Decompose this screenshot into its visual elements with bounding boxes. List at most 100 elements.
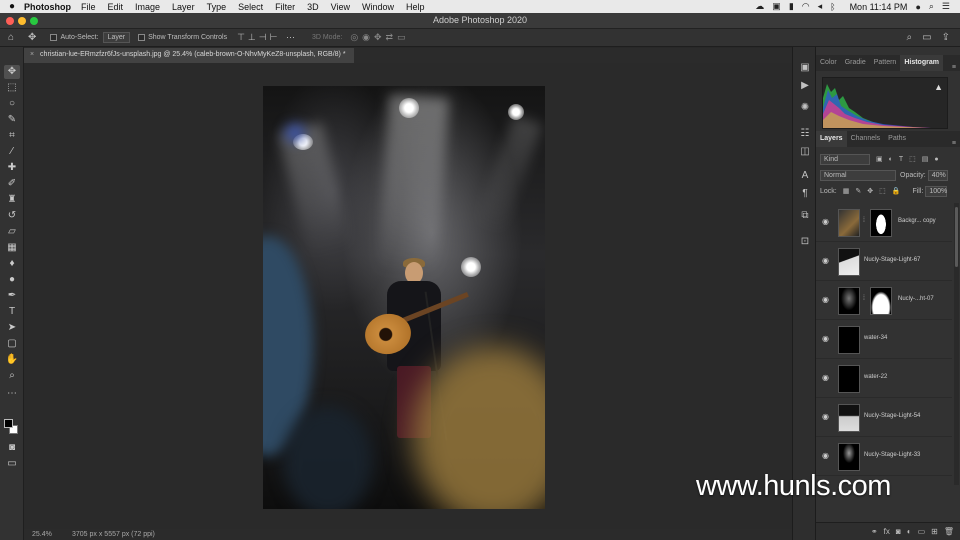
tab-patterns[interactable]: Pattern xyxy=(870,55,901,71)
lock-transparency-icon[interactable]: ▦ xyxy=(843,187,850,195)
filter-shape-icon[interactable]: ⬚ xyxy=(909,155,916,163)
tab-histogram[interactable]: Histogram xyxy=(900,55,943,71)
layer-thumbnail[interactable] xyxy=(838,209,860,237)
menu-app-name[interactable]: Photoshop xyxy=(24,2,71,12)
apple-icon[interactable]: ● xyxy=(0,1,24,12)
layer-mask-thumbnail[interactable] xyxy=(870,209,892,237)
layer-name[interactable]: Nucly-Stage-Light-67 xyxy=(864,257,920,263)
move-tool-preset-icon[interactable]: ✥ xyxy=(28,32,36,43)
layer-mask-thumbnail[interactable] xyxy=(870,287,892,315)
link-icon[interactable]: ⁞ xyxy=(863,217,865,224)
home-icon[interactable]: ⌂ xyxy=(8,32,14,43)
layer-row[interactable]: ◉ ⁞ Backgr... copy xyxy=(816,203,952,242)
tab-paths[interactable]: Paths xyxy=(884,131,910,147)
tab-channels[interactable]: Channels xyxy=(847,131,885,147)
camera-icon[interactable]: ▣ xyxy=(772,1,781,12)
layer-row[interactable]: ◉ water-34 xyxy=(816,320,952,359)
blend-mode-dropdown[interactable]: Normal xyxy=(820,169,896,181)
transform-controls-option[interactable]: Show Transform Controls xyxy=(138,34,227,41)
brush-icon[interactable]: ✐ xyxy=(4,177,20,191)
layer-name[interactable]: water-34 xyxy=(864,335,887,341)
new-group-icon[interactable]: ▭ xyxy=(918,527,926,536)
filter-adjustment-icon[interactable]: ◐ xyxy=(889,156,893,163)
auto-select-checkbox[interactable] xyxy=(50,34,58,41)
actions-play-icon[interactable]: ▶ xyxy=(798,79,812,93)
menu-layer[interactable]: Layer xyxy=(172,2,195,12)
healing-brush-icon[interactable]: ✚ xyxy=(4,161,20,175)
menu-filter[interactable]: Filter xyxy=(275,2,295,12)
layers-panel-menu-icon[interactable]: ≡ xyxy=(952,140,960,147)
menu-view[interactable]: View xyxy=(331,2,350,12)
crop-icon[interactable]: ⌗ xyxy=(4,129,20,143)
history-icon[interactable]: ▣ xyxy=(798,61,812,75)
creative-cloud-icon[interactable]: ☁ xyxy=(755,1,764,12)
eye-icon[interactable]: ◉ xyxy=(822,217,829,226)
filter-smart-object-icon[interactable]: ▤ xyxy=(922,155,929,163)
eyedropper-icon[interactable]: ⁄ xyxy=(4,145,20,159)
opacity-input[interactable]: 40% xyxy=(927,169,948,181)
workspace-icon[interactable]: ▭ xyxy=(922,32,931,43)
layer-name[interactable]: Nucly-Stage-Light-33 xyxy=(864,452,920,458)
lasso-icon[interactable]: ○ xyxy=(4,97,20,111)
document-dimensions[interactable]: 3705 px x 5557 px (72 ppi) xyxy=(72,531,155,538)
zoom-level[interactable]: 25.4% xyxy=(32,531,62,538)
link-layers-icon[interactable]: ⚭ xyxy=(871,527,878,536)
battery-icon[interactable]: ▮ xyxy=(789,1,794,12)
share-icon[interactable]: ⇪ xyxy=(942,32,950,43)
spotlight-search-icon[interactable]: ⌕ xyxy=(929,1,934,12)
quick-mask-icon[interactable]: ◙ xyxy=(4,441,20,455)
menu-clock[interactable]: Mon 11:14 PM xyxy=(850,2,908,12)
navigator-icon[interactable]: ⊡ xyxy=(798,235,812,249)
layer-kind-filter[interactable]: Kind xyxy=(820,153,870,165)
bluetooth-icon[interactable]: ᛒ xyxy=(830,2,835,12)
path-select-icon[interactable]: ➤ xyxy=(4,321,20,335)
eraser-icon[interactable]: ▱ xyxy=(4,225,20,239)
marquee-icon[interactable]: ⬚ xyxy=(4,81,20,95)
history-brush-icon[interactable]: ↺ xyxy=(4,209,20,223)
tab-layers[interactable]: Layers xyxy=(816,131,847,147)
more-tools-icon[interactable]: ⋯ xyxy=(4,387,20,401)
search-icon[interactable]: ⌕ xyxy=(907,32,913,43)
layer-name[interactable]: Backgr... copy xyxy=(898,218,936,224)
transform-controls-checkbox[interactable] xyxy=(138,34,146,41)
menu-select[interactable]: Select xyxy=(238,2,263,12)
properties-icon[interactable]: ◫ xyxy=(798,145,812,159)
layer-row[interactable]: ◉ ⁞ Nucly-...ht-07 xyxy=(816,281,952,320)
layer-thumbnail[interactable] xyxy=(838,443,860,471)
tab-color[interactable]: Color xyxy=(816,55,841,71)
lock-position-icon[interactable]: ✥ xyxy=(867,187,873,195)
libraries-icon[interactable]: ⧉ xyxy=(798,209,812,223)
user-icon[interactable]: ● xyxy=(915,2,920,12)
layers-scrollbar[interactable] xyxy=(954,203,959,485)
lock-pixels-icon[interactable]: ✎ xyxy=(855,187,861,195)
canvas-area[interactable] xyxy=(24,63,792,529)
auto-select-option[interactable]: Auto-Select: xyxy=(50,34,99,41)
warning-icon[interactable]: ▲ xyxy=(934,82,943,92)
adjustment-layer-icon[interactable]: ◐ xyxy=(907,527,912,536)
auto-select-dropdown[interactable]: Layer xyxy=(102,32,131,43)
menu-image[interactable]: Image xyxy=(135,2,160,12)
eye-icon[interactable]: ◉ xyxy=(822,373,829,382)
lock-all-icon[interactable]: 🔒 xyxy=(892,187,901,195)
layer-name[interactable]: Nucly-...ht-07 xyxy=(898,296,934,302)
menu-edit[interactable]: Edit xyxy=(108,2,124,12)
eye-icon[interactable]: ◉ xyxy=(822,451,829,460)
trash-icon[interactable]: 🗑 xyxy=(944,527,954,536)
layer-row[interactable]: ◉ Nucly-Stage-Light-67 xyxy=(816,242,952,281)
blur-icon[interactable]: ♦ xyxy=(4,257,20,271)
tab-gradients[interactable]: Gradie xyxy=(841,55,870,71)
layer-name[interactable]: Nucly-Stage-Light-54 xyxy=(864,413,920,419)
menu-window[interactable]: Window xyxy=(362,2,394,12)
lock-artboard-icon[interactable]: ⬚ xyxy=(879,187,886,195)
filter-type-icon[interactable]: T xyxy=(899,156,903,163)
hand-icon[interactable]: ✋ xyxy=(4,353,20,367)
3d-tools-icons[interactable]: ◎◉✥⇄▭ xyxy=(350,32,409,43)
zoom-icon[interactable]: ⌕ xyxy=(4,369,20,383)
add-mask-icon[interactable]: ◙ xyxy=(896,527,901,536)
notification-center-icon[interactable]: ☰ xyxy=(942,1,950,12)
layer-row[interactable]: ◉ water-22 xyxy=(816,359,952,398)
layer-thumbnail[interactable] xyxy=(838,248,860,276)
move-icon[interactable]: ✥ xyxy=(4,65,20,79)
layer-name[interactable]: water-22 xyxy=(864,374,887,380)
layer-thumbnail[interactable] xyxy=(838,287,860,315)
